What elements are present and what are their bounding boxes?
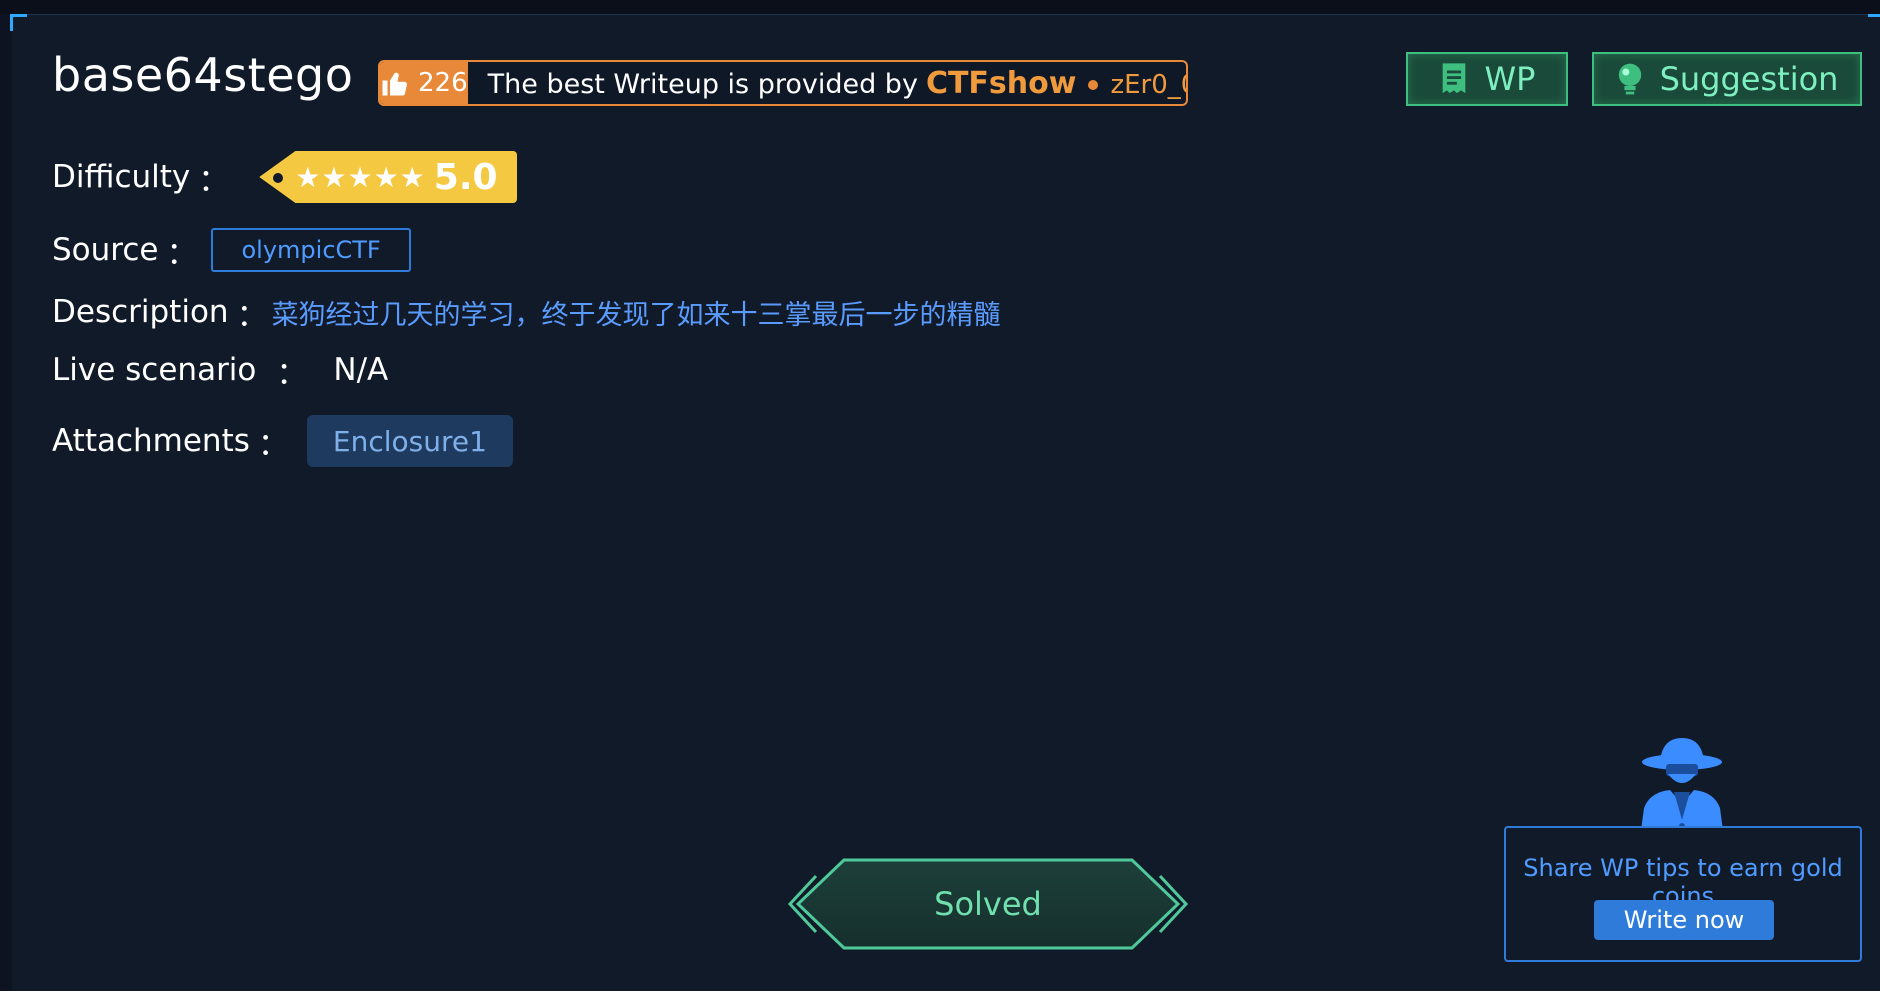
colon: ： — [236, 297, 268, 334]
corner-decoration — [10, 14, 27, 31]
separator-dot — [1088, 80, 1099, 90]
colon: ： — [276, 355, 308, 392]
share-wp-card: Share WP tips to earn gold coins Write n… — [1504, 826, 1862, 962]
solved-label: Solved — [934, 885, 1042, 923]
suggestion-button[interactable]: Suggestion — [1592, 52, 1862, 106]
attachments-label: Attachments — [52, 423, 250, 459]
live-scenario-value: N/A — [333, 352, 389, 388]
writeup-user[interactable]: zEr0_0 — [1110, 70, 1186, 100]
like-count: 226 — [418, 68, 468, 98]
description-row: Description： 菜狗经过几天的学习，终于发现了如来十三掌最后一步的精髓 — [52, 290, 1001, 334]
writeup-brand[interactable]: CTFshow — [926, 66, 1077, 101]
attachments-row: Attachments： Enclosure1 — [52, 415, 513, 467]
source-row: Source： olympicCTF — [52, 228, 411, 272]
live-scenario-row: Live scenario ： N/A — [52, 348, 388, 392]
writeup-text: The best Writeup is provided by CTFshow zE… — [487, 66, 1186, 101]
thumbs-up-icon — [382, 72, 407, 96]
writeup-text-label: The best Writeup is provided by — [487, 68, 918, 100]
colon: ： — [198, 162, 230, 199]
source-label: Source — [52, 232, 159, 268]
difficulty-tag: ★★★★★ 5.0 — [259, 151, 518, 203]
solved-status: Solved — [786, 856, 1190, 952]
document-icon — [1442, 63, 1465, 94]
like-badge[interactable]: 226 — [380, 62, 468, 104]
attachment-button[interactable]: Enclosure1 — [306, 415, 513, 467]
hacker-avatar-icon — [1640, 738, 1724, 838]
difficulty-row: Difficulty： ★★★★★ 5.0 — [52, 150, 518, 204]
star-icons: ★★★★★ — [295, 160, 426, 194]
wp-button-label: WP — [1484, 60, 1536, 98]
corner-decoration — [1868, 14, 1880, 27]
top-bar — [0, 0, 1880, 14]
tag-hole — [273, 173, 284, 183]
colon: ： — [257, 426, 289, 463]
difficulty-label: Difficulty — [52, 159, 191, 195]
suggestion-button-label: Suggestion — [1659, 60, 1839, 98]
colon: ： — [166, 235, 198, 272]
description-text: 菜狗经过几天的学习，终于发现了如来十三掌最后一步的精髓 — [271, 299, 1001, 331]
challenge-title: base64stego — [52, 48, 354, 102]
source-tag[interactable]: olympicCTF — [211, 228, 411, 272]
live-scenario-label: Live scenario — [52, 352, 257, 388]
wp-button[interactable]: WP — [1406, 52, 1568, 106]
write-now-button[interactable]: Write now — [1594, 900, 1774, 940]
difficulty-score: 5.0 — [433, 156, 498, 198]
lightbulb-icon — [1618, 63, 1641, 95]
writeup-banner[interactable]: 226 The best Writeup is provided by CTFsh… — [378, 60, 1188, 106]
description-label: Description — [52, 294, 229, 330]
